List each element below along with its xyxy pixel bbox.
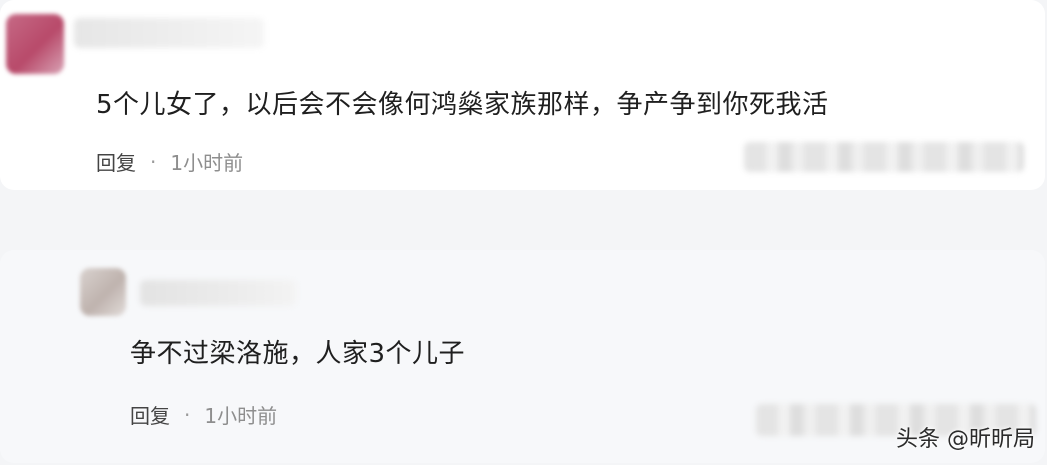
comment-text: 5个儿女了，以后会不会像何鸿燊家族那样，争产争到你死我活 bbox=[96, 90, 829, 120]
blurred-username bbox=[74, 18, 264, 48]
reply-meta: 回复 · 1小时前 bbox=[130, 400, 277, 429]
reply-button[interactable]: 回复 bbox=[96, 147, 136, 176]
separator-dot: · bbox=[150, 149, 157, 174]
timestamp: 1小时前 bbox=[170, 151, 244, 175]
avatar[interactable] bbox=[6, 14, 64, 74]
reply-text: 争不过梁洛施，人家3个儿子 bbox=[130, 339, 466, 369]
comment-card: 5个儿女了，以后会不会像何鸿燊家族那样，争产争到你死我活 回复 · 1小时前 bbox=[0, 0, 1045, 190]
separator-dot: · bbox=[184, 402, 191, 427]
watermark: 头条 @昕昕局 bbox=[896, 427, 1035, 452]
timestamp: 1小时前 bbox=[204, 404, 278, 428]
avatar[interactable] bbox=[80, 268, 126, 316]
blurred-actions bbox=[744, 142, 1024, 172]
comment-thread: 5个儿女了，以后会不会像何鸿燊家族那样，争产争到你死我活 回复 · 1小时前 争… bbox=[0, 0, 1047, 465]
comment-meta: 回复 · 1小时前 bbox=[96, 147, 243, 176]
reply-button[interactable]: 回复 bbox=[130, 400, 170, 429]
blurred-username bbox=[140, 280, 296, 306]
